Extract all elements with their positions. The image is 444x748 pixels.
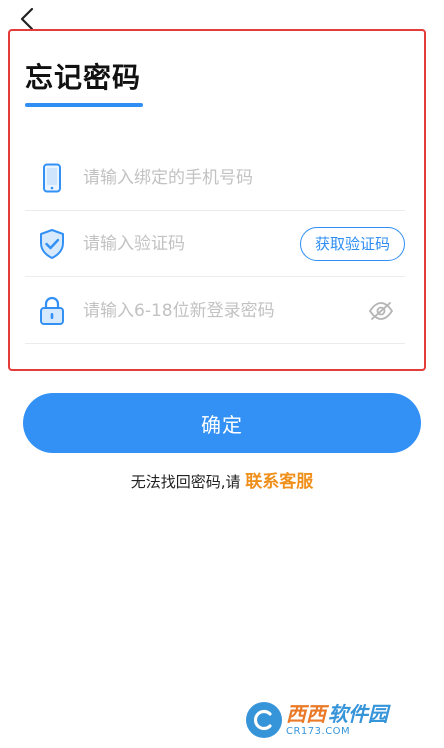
watermark-brand: 西西 软件园: [286, 701, 388, 726]
password-row: [25, 278, 405, 344]
get-code-button[interactable]: 获取验证码: [299, 226, 405, 261]
phone-icon: [37, 160, 67, 196]
chevron-left-icon: [20, 7, 34, 31]
help-text: 无法找回密码,请 联系客服: [0, 468, 444, 496]
watermark: 西西 软件园 CR173.COM: [246, 698, 436, 742]
forgot-password-screen: 忘记密码 获取验证码: [0, 0, 444, 748]
watermark-logo-icon: [246, 702, 282, 738]
title-underline: [25, 103, 143, 107]
lock-icon: [37, 293, 67, 329]
contact-support-link[interactable]: 联系客服: [245, 472, 313, 492]
confirm-button[interactable]: 确定: [23, 393, 421, 453]
phone-input[interactable]: [83, 159, 405, 196]
verification-code-input[interactable]: [83, 225, 300, 262]
new-password-input[interactable]: [83, 292, 365, 329]
watermark-text: 西西 软件园 CR173.COM: [286, 704, 388, 737]
eye-off-icon: [368, 301, 394, 320]
shield-check-icon: [37, 226, 67, 262]
help-prefix: 无法找回密码,请: [130, 473, 246, 491]
verification-code-row: 获取验证码: [25, 211, 405, 277]
watermark-url: CR173.COM: [286, 725, 351, 737]
phone-row: [25, 145, 405, 211]
page-title: 忘记密码: [25, 61, 142, 94]
password-visibility-toggle[interactable]: [365, 295, 397, 327]
